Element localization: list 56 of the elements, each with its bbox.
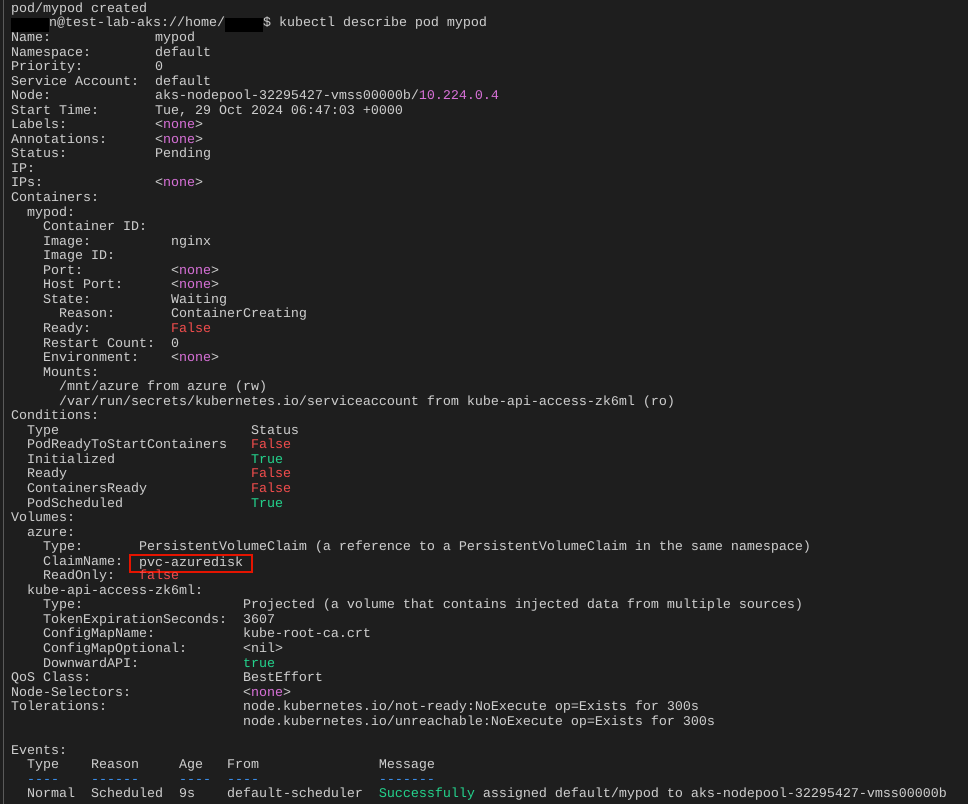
terminal-line: Ready False [26,468,291,482]
output-text: ClaimName: [42,556,124,570]
terminal-line: Reason: ContainerCreating [58,308,307,322]
redaction-block [11,18,49,32]
terminal-line: /var/run/secrets/kubernetes.io/serviceaccount from kube-api-access-zk6ml (ro) [58,396,675,410]
terminal-line: PodScheduled True [26,498,283,512]
terminal-line: Name: mypod [11,32,195,46]
terminal-line: Start Time: Tue, 29 Oct 2024 06:47:03 +0000 [11,104,403,119]
terminal-line: Containers: [11,192,99,206]
terminal-line: Type: Projected (a volume that contains injected data from multiple sources) [42,599,803,614]
terminal-line: Type Status [26,424,299,439]
terminal-line: PodReadyToStartContainers False [26,439,291,454]
terminal-line: Container ID: [42,221,147,236]
terminal-line: Priority: 0 [11,61,163,76]
terminal-line: State: Waiting [42,294,227,308]
output-text: n@test-lab-aks://home/ [49,17,225,32]
terminal-line: Type: PersistentVolumeClaim (a reference to a PersistentVolumeClaim in the same namespace) [42,541,811,556]
terminal-line: Port: <none> [42,264,219,279]
terminal-line: Node-Selectors: <none> [11,686,291,701]
terminal-line: Type Reason Age From Message [26,759,435,774]
terminal-line: ConfigMapName: kube-root-ca.crt [42,628,371,642]
terminal-line: Events: [11,744,67,759]
terminal-line: Host Port: <none> [42,279,219,294]
terminal-line: kube-api-access-zk6ml: [26,584,203,599]
terminal-line: Environment: <none> [42,352,219,367]
terminal-line: Tolerations: node.kubernetes.io/not-ready:NoExecute op=Exists for 300s [11,701,699,716]
terminal-line: Node: aks-nodepool-32295427-vmss00000b/10.224.0.4 [11,90,499,104]
terminal-line: Initialized True [26,454,283,468]
terminal-line: ConfigMapOptional: <nil> [42,642,283,657]
terminal-line: ---- ------ ---- ---- ------- [26,774,435,788]
terminal-line: pod/mypod created [11,2,147,17]
terminal-line: Normal Scheduled 9s default-scheduler Successfully assigned default/mypod to aks-nodepool-32295427-vmss00000b [26,788,947,804]
terminal-line: IPs: <none> [11,177,203,192]
terminal-line: Ready: False [42,322,211,338]
terminal-line: node.kubernetes.io/unreachable:NoExecute op=Exists for 300s [242,716,715,730]
terminal-line: Image ID: [42,250,115,265]
terminal-line: Labels: <none> [11,119,203,134]
terminal-line: DownwardAPI: true [42,658,275,672]
terminal-line: Restart Count: 0 [42,338,179,352]
terminal-line: mypod: [26,206,75,221]
terminal-line: Annotations: <none> [11,134,203,148]
terminal-line: Namespace: default [11,46,211,61]
terminal-line: Mounts: [42,366,99,381]
terminal-line: azure: [26,526,75,541]
terminal-line: /mnt/azure from azure (rw) [58,381,267,396]
terminal-line: Conditions: [11,410,99,425]
terminal-line: Status: Pending [11,148,211,163]
redaction-block [224,18,263,32]
terminal-line: Service Account: default [11,76,211,90]
terminal-line: ContainersReady False [26,482,291,497]
output-text: $ kubectl describe pod mypod [262,17,487,32]
terminal-line: QoS Class: BestEffort [11,672,323,686]
terminal-line: TokenExpirationSeconds: 3607 [42,614,275,628]
terminal-line: Image: nginx [42,236,211,250]
terminal-line: Volumes: [11,512,75,527]
terminal-line: IP: [11,162,35,177]
